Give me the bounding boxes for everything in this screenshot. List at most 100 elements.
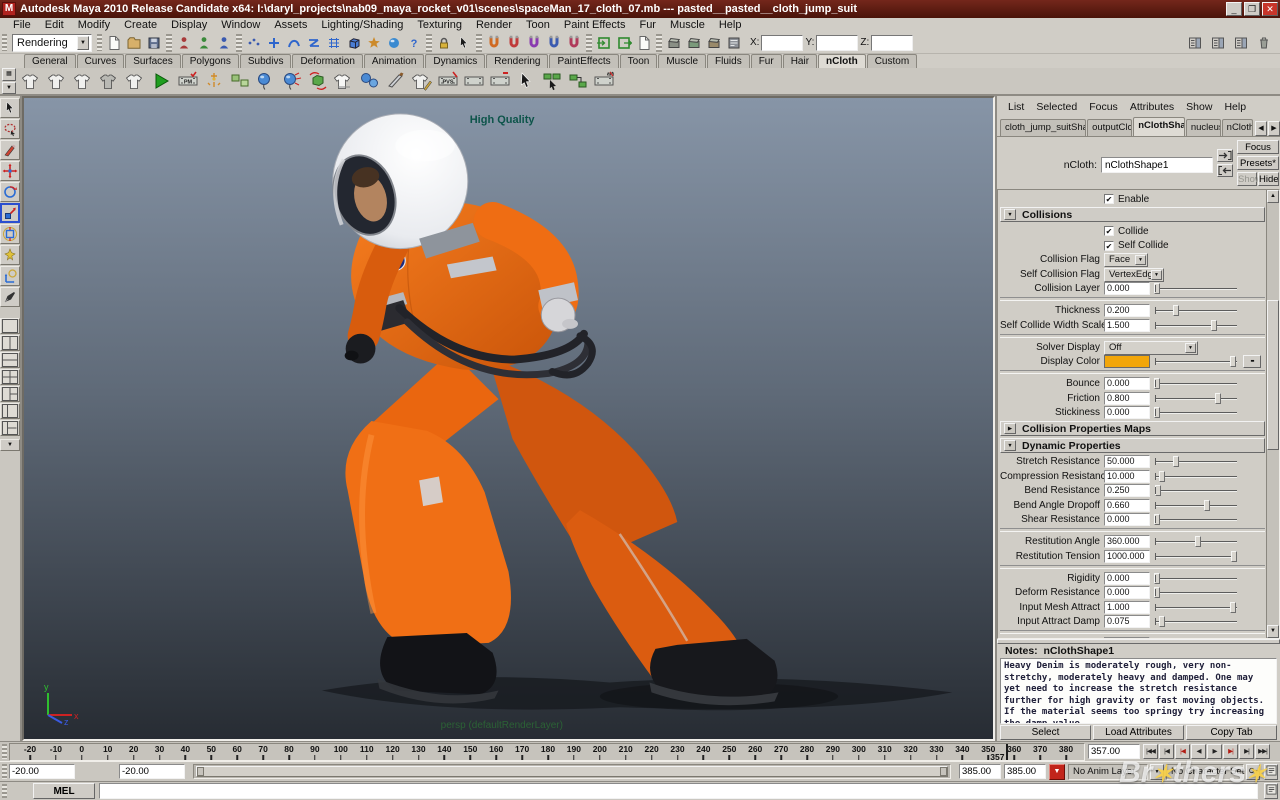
status-grip[interactable]	[97, 34, 102, 51]
input-attract-damp-field[interactable]: 0.075	[1104, 615, 1150, 628]
render-view-icon[interactable]	[664, 33, 684, 53]
x-input[interactable]	[761, 35, 803, 51]
command-grip[interactable]	[2, 784, 7, 798]
menu-help[interactable]: Help	[712, 18, 749, 32]
focus-button[interactable]: Focus	[1237, 140, 1279, 154]
sprinkle-particles-icon[interactable]	[202, 69, 226, 93]
menu-edit[interactable]: Edit	[38, 18, 71, 32]
recycle-icon[interactable]	[1254, 33, 1274, 53]
anim-layer-selector[interactable]: No Anim Layer	[1068, 764, 1148, 780]
range-start-handle[interactable]	[197, 767, 204, 776]
soft-modification-tool[interactable]	[0, 245, 20, 265]
playback-start-field[interactable]	[119, 764, 185, 779]
slider-handle[interactable]	[1154, 378, 1160, 389]
shelf-tab-surfaces[interactable]: Surfaces	[125, 54, 180, 68]
ncloth-get-states-icon[interactable]	[72, 69, 96, 93]
slider-handle[interactable]	[1155, 485, 1161, 496]
shelf-tab-fluids[interactable]: Fluids	[707, 54, 750, 68]
shelf-tab-dynamics[interactable]: Dynamics	[425, 54, 485, 68]
menu-display[interactable]: Display	[164, 18, 214, 32]
toolbar-separator[interactable]	[166, 34, 172, 52]
render-settings-icon[interactable]	[724, 33, 744, 53]
current-frame-marker[interactable]	[1006, 744, 1008, 760]
shelf-tab-rendering[interactable]: Rendering	[486, 54, 548, 68]
animation-start-field[interactable]	[9, 764, 75, 779]
pvs-film-icon[interactable]: PVS	[436, 69, 460, 93]
shelf-tab-polygons[interactable]: Polygons	[182, 54, 239, 68]
scroll-up-icon[interactable]: ▲	[1267, 190, 1279, 203]
self-collide-checkbox[interactable]: ✔	[1104, 241, 1114, 251]
anim-layer-menu-icon[interactable]: ▼	[1150, 764, 1164, 780]
select-cursor-icon[interactable]	[514, 69, 538, 93]
toolbar-separator[interactable]	[476, 34, 482, 52]
restitution-tension-field[interactable]: 1000.000	[1104, 550, 1150, 563]
select-hierarchy-icon[interactable]	[174, 33, 194, 53]
bounce-field[interactable]: 0.000	[1104, 377, 1150, 390]
thickness-slider[interactable]	[1155, 305, 1237, 316]
show-attribute-editor-icon[interactable]	[1208, 33, 1228, 53]
solver-display-dropdown[interactable]: Off▼	[1104, 341, 1198, 355]
snap-curves-icon[interactable]	[284, 33, 304, 53]
load-attributes-button[interactable]: Load Attributes	[1093, 725, 1184, 740]
rest-length-scale-slider[interactable]	[1155, 638, 1237, 639]
go-to-end-button[interactable]: ▶▶|	[1255, 744, 1270, 759]
bend-angle-dropoff-slider[interactable]	[1155, 500, 1237, 511]
slider-handle[interactable]	[1230, 602, 1236, 613]
input-mesh-attract-slider[interactable]	[1155, 602, 1237, 613]
mel-toggle-button[interactable]: MEL	[33, 783, 95, 799]
two-panes-stacked-layout[interactable]	[0, 352, 20, 368]
notes-text[interactable]: Heavy Denim is moderately rough, very no…	[1000, 658, 1277, 724]
snap-magnet-surface-icon[interactable]	[564, 33, 584, 53]
stretch-resistance-field[interactable]: 50.000	[1104, 455, 1150, 468]
highlight-selection-icon[interactable]	[454, 33, 474, 53]
playback-end-field[interactable]	[959, 764, 1001, 779]
attr-transfer-icon[interactable]: attr	[592, 69, 616, 93]
tear-surface-icon[interactable]	[384, 69, 408, 93]
universal-manipulator-tool[interactable]	[0, 224, 20, 244]
collapse-icon[interactable]: ▼	[1004, 209, 1016, 220]
slider-handle[interactable]	[1173, 456, 1179, 467]
section-collisions[interactable]: ▼Collisions	[1000, 207, 1265, 222]
last-tool-used[interactable]	[0, 287, 20, 307]
menu-file[interactable]: File	[6, 18, 38, 32]
y-input[interactable]	[816, 35, 858, 51]
animation-end-field[interactable]	[1004, 764, 1046, 779]
shelf-tab-hair[interactable]: Hair	[783, 54, 817, 68]
ae-menu-attributes[interactable]: Attributes	[1125, 100, 1179, 114]
slider-handle[interactable]	[1154, 587, 1160, 598]
step-forward-key-button[interactable]: ▶|	[1223, 744, 1238, 759]
display-color-slider[interactable]	[1155, 356, 1237, 367]
restitution-angle-field[interactable]: 360.000	[1104, 535, 1150, 548]
menu-create[interactable]: Create	[117, 18, 164, 32]
auto-keyframe-toggle[interactable]: ▼	[1049, 764, 1065, 780]
restitution-angle-slider[interactable]	[1155, 536, 1237, 547]
snap-planes-icon[interactable]	[324, 33, 344, 53]
self-collide-width-scale-field[interactable]: 1.500	[1104, 319, 1150, 332]
shelf-tab-toon[interactable]: Toon	[620, 54, 658, 68]
new-scene-icon[interactable]	[104, 33, 124, 53]
tab-scroll-right-button[interactable]: ▶	[1268, 121, 1280, 136]
render-current-frame-icon[interactable]	[684, 33, 704, 53]
slider-handle[interactable]	[1195, 536, 1201, 547]
shear-resistance-field[interactable]: 0.000	[1104, 513, 1150, 526]
current-time-field[interactable]	[1088, 744, 1140, 759]
ncloth-create-icon[interactable]	[20, 69, 44, 93]
expand-icon[interactable]: ▶	[1004, 423, 1016, 434]
play-backwards-button[interactable]: ◀	[1191, 744, 1206, 759]
collision-layer-field[interactable]: 0.000	[1104, 282, 1150, 295]
panel-layout-menu-button[interactable]: ▼	[0, 439, 20, 451]
section-collision-properties-maps[interactable]: ▶Collision Properties Maps	[1000, 421, 1265, 436]
stretch-resistance-slider[interactable]	[1155, 456, 1237, 467]
bounce-slider[interactable]	[1155, 378, 1237, 389]
tab-scroll-left-button[interactable]: ◀	[1255, 121, 1267, 136]
toolbar-separator[interactable]	[426, 34, 432, 52]
rigidity-slider[interactable]	[1155, 573, 1237, 584]
ae-menu-list[interactable]: List	[1003, 100, 1029, 114]
snap-objects-icon[interactable]	[344, 33, 364, 53]
range-end-handle[interactable]	[940, 767, 947, 776]
ipr-render-icon[interactable]	[704, 33, 724, 53]
move-tool[interactable]	[0, 161, 20, 181]
thickness-field[interactable]: 0.200	[1104, 304, 1150, 317]
copy-node-icon[interactable]	[1217, 164, 1233, 177]
compression-resistance-field[interactable]: 10.000	[1104, 470, 1150, 483]
